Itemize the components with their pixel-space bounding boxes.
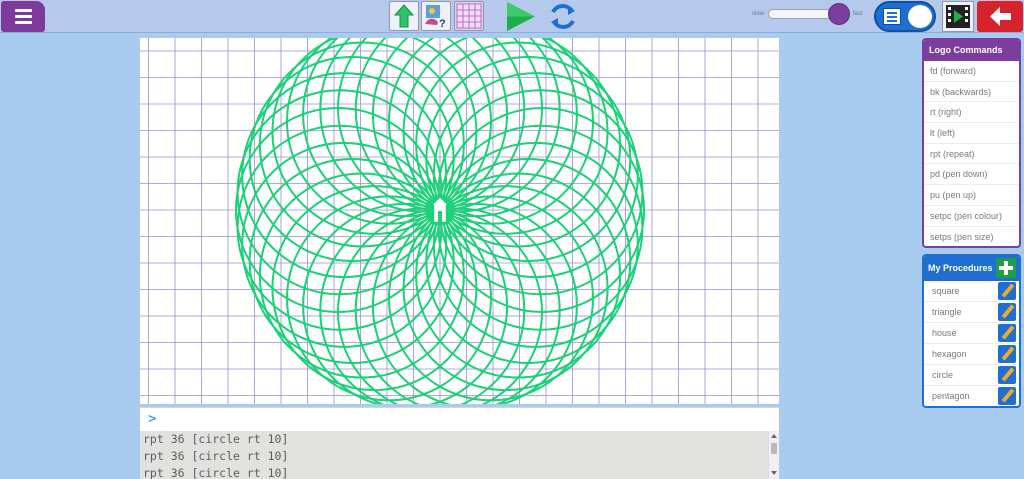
reset-refresh-icon[interactable] [548, 2, 578, 31]
help-picture-icon: ? [425, 5, 446, 30]
command-history: rpt 36 [circle rt 10] rpt 36 [circle rt … [140, 431, 779, 479]
command-input[interactable] [164, 410, 764, 430]
pencil-edit-icon[interactable] [998, 324, 1016, 342]
help-button[interactable]: ? [421, 1, 451, 31]
procedures-header: My Procedures [924, 256, 1019, 281]
film-play-icon [946, 5, 970, 28]
history-line[interactable]: rpt 36 [circle rt 10] [140, 465, 779, 479]
back-arrow-icon [990, 7, 1011, 26]
command-item-pd[interactable]: pd (pen down) [924, 164, 1019, 186]
command-item-pu[interactable]: pu (pen up) [924, 185, 1019, 206]
grid-toggle-button[interactable] [454, 1, 484, 31]
command-item-fd[interactable]: fd (forward) [924, 61, 1019, 82]
view-mode-toggle[interactable] [874, 1, 936, 32]
prompt-chevron-icon: > [148, 411, 157, 427]
procedure-item-square[interactable]: square [924, 281, 1019, 302]
procedures-title: My Procedures [928, 263, 993, 273]
run-play-icon[interactable] [505, 1, 537, 32]
animation-button[interactable] [942, 1, 974, 32]
hamburger-line [14, 21, 32, 24]
pencil-edit-icon[interactable] [998, 387, 1016, 405]
back-button[interactable] [977, 1, 1023, 32]
up-arrow-icon [393, 4, 415, 28]
history-line[interactable]: rpt 36 [circle rt 10] [140, 448, 779, 465]
grid-icon [456, 3, 482, 29]
toggle-knob [908, 5, 932, 28]
command-item-lt[interactable]: lt (left) [924, 123, 1019, 144]
procedure-label: square [932, 286, 960, 296]
pencil-edit-icon[interactable] [998, 345, 1016, 363]
turtle-drawing [140, 38, 779, 404]
procedure-item-triangle[interactable]: triangle [924, 302, 1019, 323]
command-item-rt[interactable]: rt (right) [924, 102, 1019, 124]
hamburger-line [14, 15, 32, 18]
add-procedure-button[interactable] [996, 258, 1016, 278]
document-icon [883, 8, 901, 25]
procedure-label: circle [932, 370, 954, 380]
history-line[interactable]: rpt 36 [circle rt 10] [140, 431, 779, 448]
procedure-item-pentagon[interactable]: pentagon [924, 386, 1019, 406]
hamburger-menu-icon [14, 9, 32, 12]
menu-button[interactable] [1, 1, 45, 32]
procedure-label: hexagon [932, 349, 967, 359]
scroll-up-icon[interactable] [771, 434, 777, 438]
logo-commands-title: Logo Commands [924, 40, 1019, 61]
pencil-edit-icon[interactable] [998, 303, 1016, 321]
history-scrollbar[interactable] [768, 431, 779, 479]
my-procedures-panel: My Procedures square triangle house hexa… [922, 254, 1021, 408]
drawing-canvas[interactable] [140, 38, 779, 404]
command-line: > [140, 407, 779, 431]
speed-fast-label: fast [853, 11, 863, 17]
procedure-item-circle[interactable]: circle [924, 365, 1019, 386]
speed-slow-label: slow [752, 11, 765, 17]
top-toolbar: ? slow fast [0, 0, 1024, 33]
procedure-item-hexagon[interactable]: hexagon [924, 344, 1019, 365]
speed-slider-handle[interactable] [828, 3, 850, 25]
scroll-down-icon[interactable] [771, 471, 777, 475]
turtle-door [438, 211, 442, 223]
pencil-edit-icon[interactable] [998, 282, 1016, 300]
scroll-thumb[interactable] [771, 443, 777, 454]
procedure-label: house [932, 328, 957, 338]
procedure-item-house[interactable]: house [924, 323, 1019, 344]
show-turtle-button[interactable] [389, 1, 419, 31]
procedure-label: pentagon [932, 391, 970, 401]
procedure-label: triangle [932, 307, 962, 317]
pencil-edit-icon[interactable] [998, 366, 1016, 384]
command-item-setpc[interactable]: setpc (pen colour) [924, 206, 1019, 227]
svg-text:?: ? [439, 18, 446, 30]
command-item-setps[interactable]: setps (pen size) [924, 227, 1019, 247]
command-item-rpt[interactable]: rpt (repeat) [924, 144, 1019, 165]
logo-commands-panel: Logo Commands fd (forward) bk (backwards… [922, 38, 1021, 248]
command-item-bk[interactable]: bk (backwards) [924, 82, 1019, 103]
